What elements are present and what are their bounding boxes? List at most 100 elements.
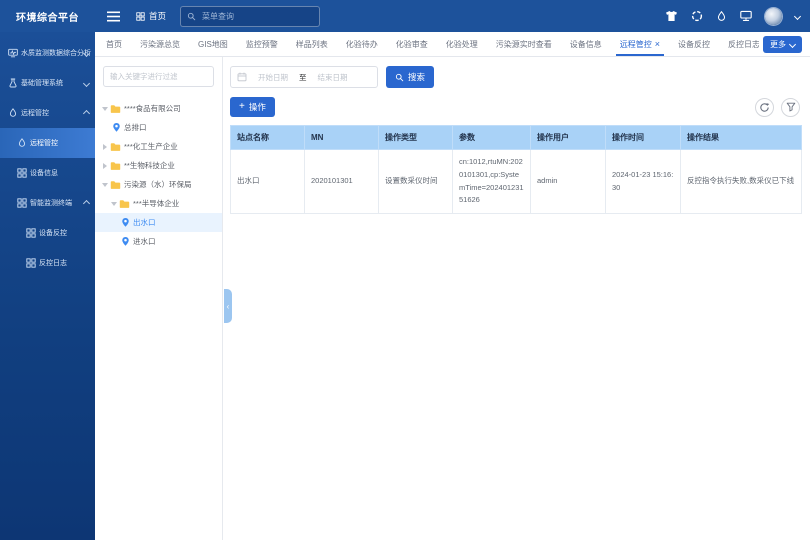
operate-button[interactable]: + 操作 — [230, 97, 275, 117]
caret-closed-icon[interactable] — [103, 163, 107, 169]
grid-icon — [17, 168, 27, 178]
user-avatar[interactable] — [765, 8, 782, 25]
folder-icon — [110, 161, 121, 171]
tab-lab-todo[interactable]: 化验待办 — [337, 32, 387, 56]
search-button[interactable]: 搜索 — [386, 66, 434, 88]
refresh-button[interactable] — [755, 98, 774, 117]
tree-node-biotech-company[interactable]: **生物科技企业 — [95, 156, 222, 175]
tree-node-inlet[interactable]: 进水口 — [95, 232, 222, 251]
tab-monitor-warning[interactable]: 监控预警 — [237, 32, 287, 56]
menu-search-input[interactable] — [200, 11, 313, 22]
column-filter-button[interactable] — [781, 98, 800, 117]
cell-operator: admin — [531, 150, 606, 214]
map-pin-icon — [112, 122, 121, 133]
tab-list: 首页 污染源总览 GIS地图 监控预警 样品列表 化验待办 化验审查 化验处理 … — [95, 32, 759, 56]
caret-closed-icon[interactable] — [103, 144, 107, 150]
map-pin-icon — [121, 217, 130, 228]
grid-icon — [26, 228, 36, 238]
column-header-operation-time: 操作时间 — [606, 126, 681, 150]
grid-icon — [26, 258, 36, 268]
tab-pollution-realtime[interactable]: 污染源实时查看 — [487, 32, 561, 56]
tree-node-chemical-company[interactable]: ***化工生产企业 — [95, 137, 222, 156]
tab-home[interactable]: 首页 — [97, 32, 131, 56]
layout-segment-icon[interactable] — [691, 10, 703, 22]
fullscreen-monitor-icon[interactable] — [740, 10, 752, 22]
map-pin-icon — [121, 236, 130, 247]
caret-open-icon[interactable] — [102, 107, 108, 111]
tab-device-info[interactable]: 设备信息 — [561, 32, 611, 56]
range-separator: 至 — [299, 72, 307, 83]
chevron-down-icon — [789, 40, 796, 47]
sidebar-item-base-management[interactable]: 基础管理系统 — [0, 68, 95, 98]
cell-params: cn:1012,rtuMN:2020101301,cp:SystemTime=2… — [453, 150, 531, 214]
sidebar-item-water-quality-analysis[interactable]: 水质监测数据综合分析 — [0, 38, 95, 68]
sidebar-group-remote-control[interactable]: 远程管控 — [0, 98, 95, 128]
column-header-operator: 操作用户 — [531, 126, 606, 150]
start-date-input[interactable] — [249, 72, 297, 83]
analysis-dashboard-icon — [8, 48, 18, 58]
column-header-operation-result: 操作结果 — [681, 126, 802, 150]
column-header-operation-type: 操作类型 — [379, 126, 453, 150]
sidebar-item-device-reverse-control[interactable]: 设备反控 — [0, 218, 95, 248]
sidebar-item-device-info[interactable]: 设备信息 — [0, 158, 95, 188]
caret-open-icon[interactable] — [102, 183, 108, 187]
date-range-picker[interactable]: 至 — [230, 66, 378, 88]
tab-reverse-control-log[interactable]: 反控日志 — [719, 32, 759, 56]
sidebar-item-reverse-control-log[interactable]: 反控日志 — [0, 248, 95, 278]
operation-log-table: 站点名称 MN 操作类型 参数 操作用户 操作时间 操作结果 出水口 20201… — [230, 125, 802, 214]
end-date-input[interactable] — [309, 72, 357, 83]
flask-icon — [8, 78, 18, 88]
cell-site-name: 出水口 — [231, 150, 305, 214]
tree-node-main-outlet[interactable]: 总排口 — [95, 118, 222, 137]
folder-icon — [110, 180, 121, 190]
tab-bar: 首页 污染源总览 GIS地图 监控预警 样品列表 化验待办 化验审查 化验处理 … — [95, 32, 810, 57]
hamburger-menu-icon[interactable] — [107, 11, 120, 22]
tree-node-semiconductor-company[interactable]: ***半导体企业 — [95, 194, 222, 213]
flame-icon[interactable] — [716, 11, 727, 22]
breadcrumb-home-label: 首页 — [149, 10, 166, 22]
tab-lab-review[interactable]: 化验审查 — [387, 32, 437, 56]
tree-node-epa-bureau[interactable]: 污染源（水）环保局 — [95, 175, 222, 194]
tab-lab-process[interactable]: 化验处理 — [437, 32, 487, 56]
filter-row: 至 搜索 — [230, 66, 802, 88]
table-header-row: 站点名称 MN 操作类型 参数 操作用户 操作时间 操作结果 — [231, 126, 802, 150]
search-icon — [395, 73, 404, 82]
table-tools — [755, 98, 800, 117]
tab-remote-control-active[interactable]: 远程管控 × — [611, 32, 669, 56]
folder-icon — [119, 199, 130, 209]
chevron-up-icon — [83, 199, 90, 206]
tree-node-food-company[interactable]: ****食品有限公司 — [95, 99, 222, 118]
column-header-mn: MN — [305, 126, 379, 150]
user-menu-chevron-down-icon[interactable] — [794, 12, 801, 19]
cell-operation-type: 设置数采仪时间 — [379, 150, 453, 214]
cell-mn: 2020101301 — [305, 150, 379, 214]
tab-pollution-overview[interactable]: 污染源总览 — [131, 32, 189, 56]
chevron-down-icon — [83, 79, 90, 86]
panel-collapse-handle[interactable]: ‹ — [224, 289, 232, 323]
column-header-params: 参数 — [453, 126, 531, 150]
tree-filter-input[interactable] — [103, 66, 214, 87]
water-drop-icon — [17, 138, 27, 148]
tab-device-reverse-control[interactable]: 设备反控 — [669, 32, 719, 56]
main-content: ‹ 至 搜索 + 操作 站点名称 MN — [224, 57, 810, 540]
top-header: 环境综合平台 首页 — [0, 0, 810, 32]
tree-node-outlet-selected[interactable]: 出水口 — [95, 213, 222, 232]
sidebar-group-smart-terminal[interactable]: 智能监测终端 — [0, 188, 95, 218]
search-icon — [187, 12, 196, 21]
topbar-actions — [665, 8, 800, 25]
site-tree-panel: ****食品有限公司 总排口 ***化工生产企业 **生物科技企业 污染源（水）… — [95, 57, 223, 540]
water-drop-icon — [8, 108, 18, 118]
menu-search-box[interactable] — [180, 6, 320, 27]
sidebar-item-remote-control[interactable]: 远程管控 — [0, 128, 95, 158]
theme-skin-icon[interactable] — [665, 10, 678, 22]
site-tree: ****食品有限公司 总排口 ***化工生产企业 **生物科技企业 污染源（水）… — [103, 99, 214, 251]
breadcrumb-home[interactable]: 首页 — [136, 10, 166, 22]
folder-icon — [110, 104, 121, 114]
more-tabs-button[interactable]: 更多 — [763, 36, 802, 53]
tab-sample-list[interactable]: 样品列表 — [287, 32, 337, 56]
plus-icon: + — [239, 102, 245, 112]
tab-close-icon[interactable]: × — [655, 40, 660, 49]
chevron-up-icon — [83, 109, 90, 116]
caret-open-icon[interactable] — [111, 202, 117, 206]
tab-gis-map[interactable]: GIS地图 — [189, 32, 237, 56]
